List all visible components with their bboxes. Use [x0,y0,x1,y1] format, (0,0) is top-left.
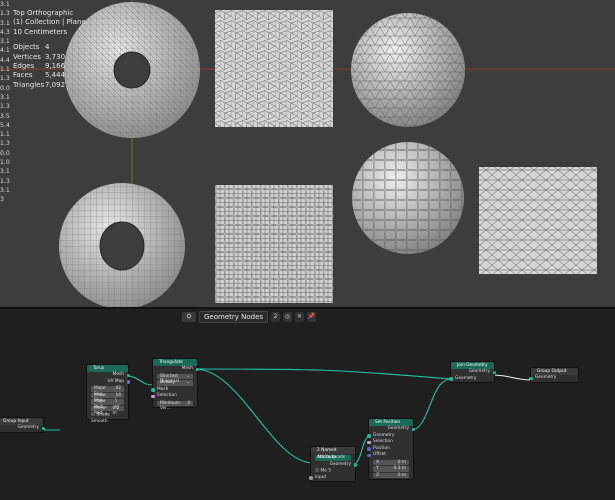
plane-object-top[interactable] [215,10,333,127]
node-tree-icon[interactable]: ⛭ [182,311,196,322]
field-offset-x[interactable]: X0 m [373,459,409,465]
field-major-radius[interactable]: Major Radi... 1 m [91,399,124,410]
gutter-number: 1.3 [0,103,10,111]
field-minimum-vertices[interactable]: Minimum Ver... 4 [157,400,193,411]
gutter-number: 3.1 [0,19,10,27]
link-triangulate-named [194,368,312,464]
node-header: Join Geometry [451,362,494,369]
plane-object-bottom[interactable] [215,185,333,303]
viewport-canvas[interactable] [0,0,615,307]
view-name: Top Orthographic [13,9,74,17]
collection-label: (1) Collection | Plane [13,18,86,27]
node-torus[interactable]: Torus Mesh UV Map Major Seg... 42 Minor S… [86,364,130,424]
node-header: Set Position [369,419,413,426]
socket-uvmap-out[interactable]: UV Map [87,379,130,386]
socket-input-in[interactable]: Input [309,475,355,482]
gutter-number: 4.4 [0,56,10,64]
gutter-number: 1.3 [0,75,10,83]
field-minor-radius[interactable]: Minor Radi... 0.2 m [91,405,124,416]
pin-icon[interactable]: 📌 [307,311,317,322]
gutter-number: 1.3 [0,10,10,18]
node-header: Group Input [0,418,43,425]
gutter-number: 3.5 [0,112,10,120]
node-header: Group Output [531,368,578,375]
node-editor-header: ⛭ Geometry Nodes 2 ◎ ✕ 📌 [182,310,317,323]
node-header: Triangulate [153,359,197,366]
stat-vertices: Vertices 3,730 [13,52,66,61]
gutter-number: 1.1 [0,66,10,74]
stat-objects: Objects 4 [13,43,50,52]
node-tree-name[interactable]: Geometry Nodes [199,310,269,323]
scale-label: 10 Centimeters [13,27,68,36]
sphere-object-top[interactable] [351,13,465,127]
socket-geometry-out[interactable]: Geometry [0,425,45,432]
plane-object-pattern[interactable] [479,167,597,274]
gutter-number: 1.1 [0,131,10,139]
checkbox-shade-smooth[interactable]: Shade Smooth [87,412,128,424]
link-torus-triangulate [125,375,154,386]
sphere-object-bottom[interactable] [352,142,464,254]
node-group-input[interactable]: Group Input Geometry [0,417,45,433]
field-offset-z[interactable]: Z0 m [373,472,409,478]
dropdown-quad-method[interactable]: Shortest Diagonal ⌄ [157,373,193,384]
link-join-output [491,374,532,381]
node-editor[interactable]: ⛭ Geometry Nodes 2 ◎ ✕ 📌 Group Input Geo… [0,309,615,500]
field-major-segments[interactable]: Major Seg... 42 [91,386,124,397]
stat-faces: Faces 5,444 [13,71,66,80]
node-triangulate[interactable]: Triangulate Mesh Shortest Diagonal ⌄ Beau… [151,358,199,411]
gutter-number: 1.0 [0,159,10,167]
left-gutter-numbers: 3.1 1.3 3.1 4.3 3.1 4.1 4.4 1.1 1.3 0.0 3.1 1.3 3.5 5… [0,0,10,220]
socket-offset-in[interactable]: Offset [367,452,413,459]
node-header: Torus [87,365,128,372]
gutter-number: 4.1 [0,47,10,55]
socket-mesh-out[interactable]: Mesh [153,366,199,373]
gutter-number: 3.1 [0,1,10,8]
field-offset-y[interactable]: Y 0.3 m [373,466,409,472]
users-count[interactable]: 2 [271,311,281,322]
dropdown-ngon-method[interactable]: Beauty ⌄ [157,380,193,386]
stat-triangles: Triangles 7,092 [13,80,66,89]
gutter-number: 3.1 [0,168,10,176]
node-header: 2 Named Attribute [311,447,355,460]
node-set-position[interactable]: Set Position Geometry Geometry Selection… [367,418,415,480]
gutter-number: 3.1 [0,38,10,46]
3d-viewport[interactable]: 3.1 1.3 3.1 4.3 3.1 4.1 4.4 1.1 1.3 0.0 3.1 1.3 3.5 5… [0,0,615,307]
torus-object-bottom[interactable] [59,183,185,307]
node-join-geometry[interactable]: Join Geometry Geometry Geometry [449,361,496,383]
gutter-number: 1.3 [0,140,10,148]
gutter-number: 0.0 [0,149,10,157]
link-setpos-join [410,378,452,431]
gutter-number: 1.3 [0,177,10,185]
node-group-output[interactable]: Group Output Geometry [529,367,579,383]
close-icon[interactable]: ✕ [295,311,305,322]
gutter-number: 3 [0,196,4,204]
gutter-number: 3.1 [0,186,10,194]
gutter-number: 3.1 [0,93,10,101]
socket-selection-in[interactable]: Selection [151,393,197,400]
fake-user-icon[interactable]: ◎ [283,311,293,322]
socket-geometry-in[interactable]: Geometry [529,375,578,382]
field-minor-segments[interactable]: Minor Seg... 16 [91,392,124,403]
gutter-number: 5.4 [0,121,10,129]
link-triangulate-join [194,368,452,380]
stat-edges: Edges 9,166 [13,62,66,71]
gutter-number: 4.3 [0,28,10,36]
gutter-number: 0.0 [0,84,10,92]
socket-geometry-in[interactable]: Geometry [449,376,494,383]
viewport-stats-overlay: Top Orthographic (1) Collection | Plane … [13,9,86,90]
node-named-attribute[interactable]: 2 Named Attribute tris to quads Geometry… [309,446,357,482]
